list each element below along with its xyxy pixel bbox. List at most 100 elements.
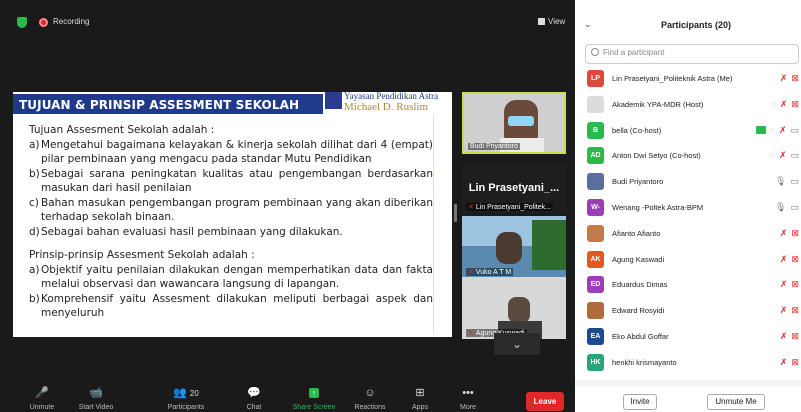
video-off-icon: ⊠	[791, 279, 799, 290]
list-text: Sebagai sarana peningkatan kualitas atau…	[41, 167, 433, 195]
invite-button[interactable]: Invite	[623, 394, 657, 410]
participant-row[interactable]: W- Wenang -Poltek Astra-BPM 🎙 ▭	[575, 195, 801, 221]
participant-status-icons: ✗ ⊠	[776, 357, 799, 368]
list-text: Mengetahui bagaimana kelayakan & kinerja…	[41, 138, 433, 166]
slide-list-item: b) Komprehensif yaitu Assesment dilakukan…	[29, 292, 433, 321]
participant-row[interactable]: Budi Priyantoro 🎙 ▭	[575, 169, 801, 195]
list-marker: b)	[29, 292, 40, 305]
video-off-icon: ⊠	[791, 73, 799, 83]
participant-search[interactable]	[585, 44, 799, 64]
participant-row[interactable]: Bbella (Co-host) ◌ ✗ ▭	[575, 118, 801, 144]
participant-status-icons: ✗ ⊠	[776, 305, 799, 316]
mic-off-icon: ✕	[468, 269, 474, 276]
participant-row[interactable]: Akademik YPA-MDR (Host) ◌ ✗ ⊠	[575, 92, 801, 118]
participant-video-image	[496, 232, 522, 264]
toolbar-more-button[interactable]: ••• More	[440, 386, 496, 411]
participant-row[interactable]: AK Agung Kaswadi ✗ ⊠	[575, 247, 801, 273]
slide-intro-purpose: Tujuan Assesment Sekolah adalah :	[29, 124, 215, 136]
video-tile-agung[interactable]: ✕Agung Kuswadi	[462, 277, 566, 339]
grid-view-icon	[538, 18, 545, 25]
chevron-down-icon[interactable]: ⌄	[584, 19, 592, 30]
panel-title: Participants (20)	[661, 20, 732, 30]
participant-status-icons: ◌ ✗ ⊠	[767, 99, 799, 110]
participant-row[interactable]: AD Anton Dwi Setyo (Co-host) ◌ ✗ ▭	[575, 143, 801, 169]
slide-body: Tujuan Assesment Sekolah adalah : a) Meng…	[29, 123, 433, 321]
leave-button[interactable]: Leave	[526, 392, 564, 411]
microphone-off-icon: 🎤	[14, 386, 70, 401]
panel-header: ⌄ Participants (20)	[575, 0, 801, 46]
toolbar-glyph: 🎤	[35, 387, 49, 399]
logo-text-line1: Yayasan Pendidikan Astra	[344, 91, 439, 101]
principles-list: a) Objektif yaitu penilaian dilakukan den…	[29, 263, 433, 321]
toolbar-label: Reactions	[354, 404, 386, 411]
mic-off-icon: ✗	[779, 253, 788, 264]
logo-text-line2: Michael D. Ruslim	[344, 101, 429, 113]
meeting-toolbar: 🎤 Unmute 📹 Start Video 👥 20 Participants 💬 Chat ↑…	[0, 386, 573, 412]
participant-row[interactable]: LP Lin Prasetyani_Politeknik Astra (Me) ✗ ⊠	[575, 66, 801, 92]
participant-status-icons: ✗ ⊠	[776, 73, 799, 84]
toolbar-glyph: •••	[462, 387, 474, 399]
mic-off-icon: ✗	[778, 124, 787, 135]
toolbar-chat-button[interactable]: 💬 Chat	[226, 386, 282, 411]
toolbar-unmute-button[interactable]: 🎤 Unmute	[14, 386, 70, 411]
toolbar-reactions-button[interactable]: ☺ Reactions	[342, 386, 398, 411]
avatar: HK	[587, 353, 604, 371]
participant-row[interactable]: Afianto Afianto ✗ ⊠	[575, 221, 801, 247]
tile-big-name: Lin Prasetyani_...	[468, 182, 560, 194]
mic-off-icon: ✗	[779, 73, 788, 83]
mic-off-icon: ✕	[468, 330, 474, 337]
toolbar-label: Chat	[246, 404, 262, 411]
view-button[interactable]: View	[538, 17, 565, 26]
avatar	[587, 95, 604, 113]
purpose-list: a) Mengetahui bagaimana kelayakan & kiner…	[29, 138, 433, 240]
avatar	[587, 302, 604, 320]
video-tile-lin[interactable]: Lin Prasetyani_... ✕ Lin Prasetyani_Polit…	[462, 163, 566, 213]
chevron-down-icon: ⌄	[511, 337, 523, 351]
avatar: EA	[587, 327, 604, 345]
share-screen-icon: ↑	[286, 386, 342, 401]
recording-icon	[39, 18, 48, 27]
screen-icon: ◌	[770, 98, 776, 109]
video-tile-budi[interactable]: Budi Priyantoro	[462, 92, 566, 154]
meeting-area: Recording View TUJUAN & PRINSIP ASSESMEN…	[0, 0, 573, 412]
screen-icon: ◌	[769, 124, 775, 135]
tile-name: Budi Priyantoro	[468, 143, 520, 150]
video-off-icon: ⊠	[791, 356, 799, 367]
toolbar-participants-button[interactable]: 👥 20 Participants	[158, 386, 214, 411]
participant-row[interactable]: HK henkhi krismayanto ✗ ⊠	[575, 350, 801, 376]
search-input[interactable]	[603, 48, 793, 57]
video-icon: ▭	[790, 124, 799, 135]
avatar: B	[587, 121, 604, 139]
mic-off-icon: ✕	[468, 204, 474, 211]
shield-icon[interactable]	[17, 17, 27, 28]
toolbar-glyph: ⊞	[415, 387, 425, 399]
toolbar-label: More	[460, 404, 476, 411]
slide-list-item: b) Sebagai sarana peningkatan kualitas at…	[29, 167, 433, 196]
toolbar-share-screen-button[interactable]: ↑ Share Screen	[286, 386, 342, 411]
reactions-icon: ☺	[342, 386, 398, 401]
participant-name: Budi Priyantoro	[612, 177, 664, 187]
list-marker: a)	[29, 138, 40, 151]
participant-name: Eduardus Dimas	[612, 280, 668, 290]
participant-name: Wenang -Poltek Astra-BPM	[612, 202, 704, 212]
mic-icon: 🎙	[775, 176, 787, 187]
splitter-handle[interactable]	[454, 204, 457, 222]
sharing-icon	[755, 125, 766, 134]
participant-row[interactable]: EA Eko Abdul Goffar ✗ ⊠	[575, 324, 801, 350]
video-off-icon: ⊠	[791, 330, 799, 341]
scroll-tiles-button[interactable]: ⌄	[494, 333, 540, 355]
participant-row[interactable]: ED Eduardus Dimas ✗ ⊠	[575, 272, 801, 298]
participant-row[interactable]: Edward Rosyidi ✗ ⊠	[575, 298, 801, 324]
participant-name: Anton Dwi Setyo (Co-host)	[612, 151, 701, 161]
screen-icon: ◌	[769, 150, 775, 161]
toolbar-start-video-button[interactable]: 📹 Start Video	[68, 386, 124, 411]
video-off-icon: ⊠	[791, 253, 799, 264]
unmute-me-button[interactable]: Unmute Me	[707, 394, 765, 410]
list-text: Bahan masukan pengembangan program pembi…	[41, 196, 433, 224]
video-tile-vuko[interactable]: ✕ Vuko A T M	[462, 216, 566, 278]
slide-title: TUJUAN & PRINSIP ASSESMENT SEKOLAH	[19, 98, 300, 112]
participant-status-icons: ✗ ⊠	[776, 254, 799, 265]
toolbar-glyph: 👥	[173, 387, 187, 399]
list-marker: d)	[29, 225, 40, 238]
video-off-icon: 📹	[68, 386, 124, 401]
